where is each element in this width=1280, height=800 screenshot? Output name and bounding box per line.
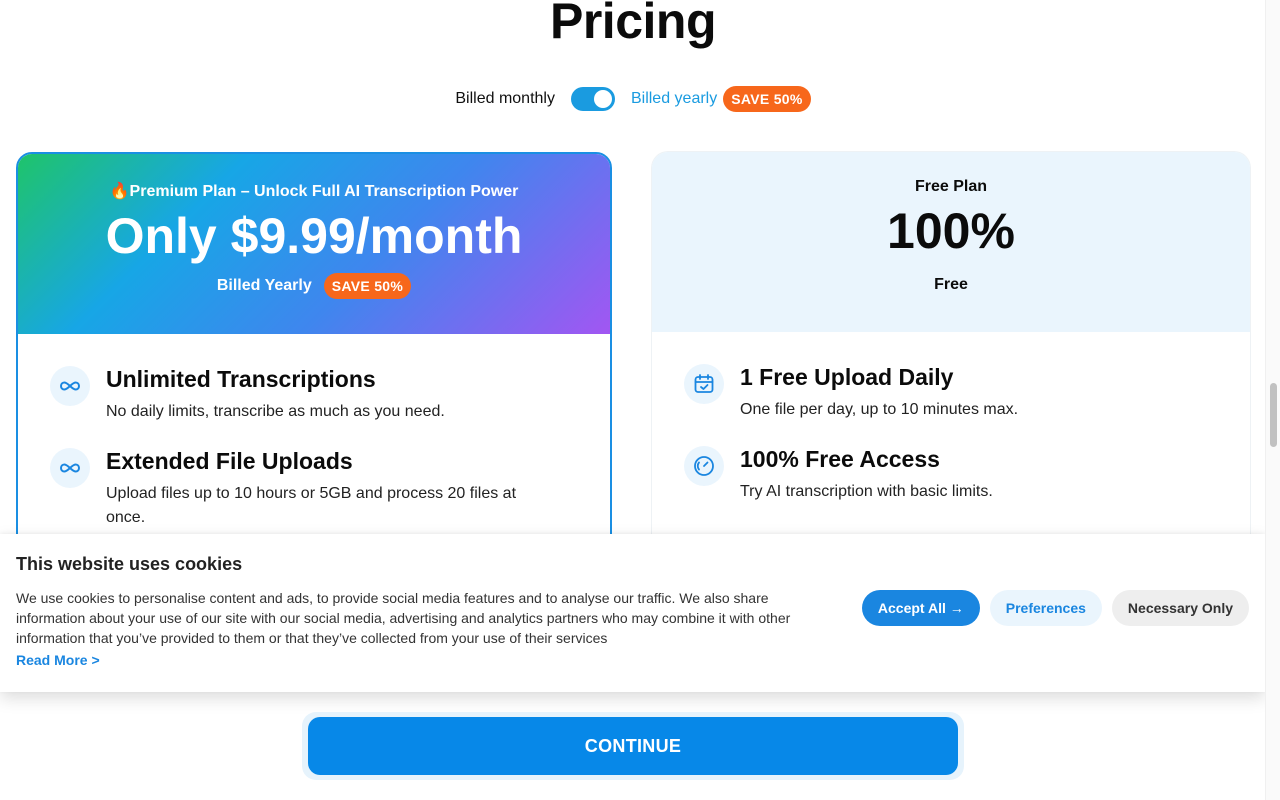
free-plan-card[interactable]: Free Plan 100% Free 1 Free Upload Daily (652, 152, 1250, 572)
infinity-icon (50, 366, 90, 406)
premium-price: Only $9.99/month (105, 208, 523, 264)
page-title: Pricing (550, 0, 716, 49)
free-sub-label: Free (934, 276, 968, 293)
feature-desc: Upload files up to 10 hours or 5GB and p… (106, 485, 517, 526)
accept-all-button[interactable]: Accept All → (861, 590, 980, 626)
free-features: 1 Free Upload Daily One file per day, up… (652, 332, 1250, 504)
cookie-title: This website uses cookies (16, 554, 243, 574)
feature-title: 1 Free Upload Daily (740, 364, 954, 390)
premium-billed-line: Billed Yearly SAVE 50% (18, 273, 610, 299)
read-more-link[interactable]: Read More > (16, 650, 836, 670)
speedometer-icon (684, 446, 724, 486)
save-badge: SAVE 50% (723, 86, 811, 112)
free-plan-label: Free Plan (914, 178, 988, 195)
feature-title: Extended File Uploads (106, 448, 353, 474)
continue-button-wrap: CONTINUE (302, 712, 964, 780)
necessary-only-button[interactable]: Necessary Only (1111, 590, 1249, 626)
cookie-actions: Accept All → Preferences Necessary Only (861, 590, 1249, 626)
toggle-knob (593, 90, 612, 108)
billing-toggle[interactable] (570, 87, 615, 111)
pricing-page: Pricing Billed monthly Billed yearly SAV… (0, 0, 1280, 800)
feature-item: 1 Free Upload Daily One file per day, up… (684, 362, 1220, 422)
premium-plan-card[interactable]: 🔥Premium Plan – Unlock Full AI Transcrip… (16, 152, 612, 572)
cookie-text: We use cookies to personalise content an… (16, 588, 836, 670)
calendar-check-icon (684, 364, 724, 404)
feature-item: Unlimited Transcriptions No daily limits… (50, 364, 580, 424)
feature-title: 100% Free Access (740, 446, 940, 472)
cookie-banner: This website uses cookies We use cookies… (0, 534, 1265, 692)
feature-item: 100% Free Access Try AI transcription wi… (684, 444, 1220, 504)
cookie-body: We use cookies to personalise content an… (16, 590, 791, 646)
scrollbar-thumb[interactable] (1270, 383, 1277, 447)
premium-save-badge: SAVE 50% (323, 273, 412, 299)
scrollbar[interactable] (1265, 0, 1280, 800)
premium-plan-label: 🔥Premium Plan – Unlock Full AI Transcrip… (109, 183, 519, 200)
feature-title: Unlimited Transcriptions (106, 366, 376, 392)
premium-billed-label: Billed Yearly (216, 277, 312, 294)
billing-toggle-row: Billed monthly Billed yearly SAVE 50% (0, 86, 1266, 112)
premium-card-header: 🔥Premium Plan – Unlock Full AI Transcrip… (18, 154, 610, 334)
feature-item: Extended File Uploads Upload files up to… (50, 446, 580, 530)
free-price: 100% (887, 203, 1015, 259)
continue-button[interactable]: CONTINUE (308, 717, 958, 775)
premium-features: Unlimited Transcriptions No daily limits… (18, 334, 610, 530)
feature-desc: No daily limits, transcribe as much as y… (106, 403, 445, 420)
feature-desc: One file per day, up to 10 minutes max. (740, 401, 1019, 418)
billed-yearly-label[interactable]: Billed yearly (631, 90, 717, 108)
preferences-button[interactable]: Preferences (989, 590, 1102, 626)
feature-desc: Try AI transcription with basic limits. (740, 483, 993, 500)
billed-monthly-label[interactable]: Billed monthly (455, 90, 555, 108)
free-card-header: Free Plan 100% Free (652, 152, 1250, 332)
infinity-icon (50, 448, 90, 488)
